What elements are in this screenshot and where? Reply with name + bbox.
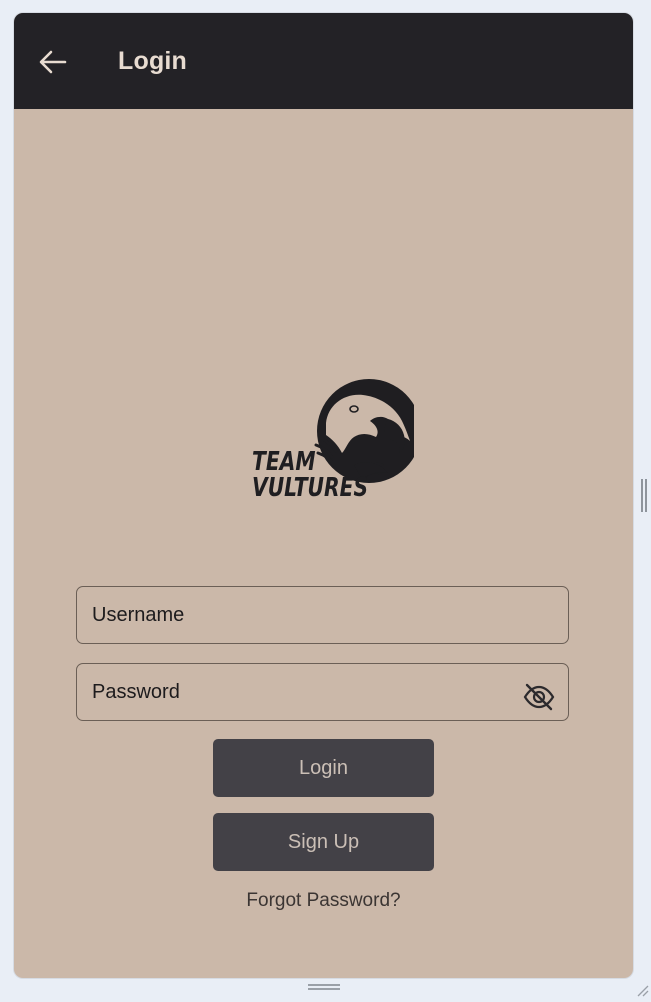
logo-text-team: TEAM [252, 447, 316, 477]
forgot-password-link[interactable]: Forgot Password? [14, 890, 633, 912]
app-bar: Login [14, 13, 633, 109]
password-input[interactable] [92, 664, 512, 720]
eye-off-icon [523, 683, 555, 711]
arrow-left-icon [39, 50, 67, 74]
team-logo: TEAM VULTURES [250, 379, 414, 509]
password-visibility-toggle[interactable] [522, 682, 556, 712]
username-input[interactable] [92, 587, 512, 643]
page-title: Login [118, 47, 188, 75]
password-field[interactable] [76, 663, 569, 721]
logo-text-vultures: VULTURES [252, 473, 369, 503]
vertical-resize-handle[interactable] [641, 479, 647, 512]
login-button[interactable]: Login [213, 739, 434, 797]
username-field[interactable] [76, 586, 569, 644]
login-window: Login TEAM VULTURES Username Login Sign … [14, 13, 633, 978]
signup-button[interactable]: Sign Up [213, 813, 434, 871]
horizontal-resize-handle[interactable] [308, 984, 340, 991]
corner-resize-icon[interactable] [635, 983, 649, 997]
back-button[interactable] [38, 49, 68, 75]
